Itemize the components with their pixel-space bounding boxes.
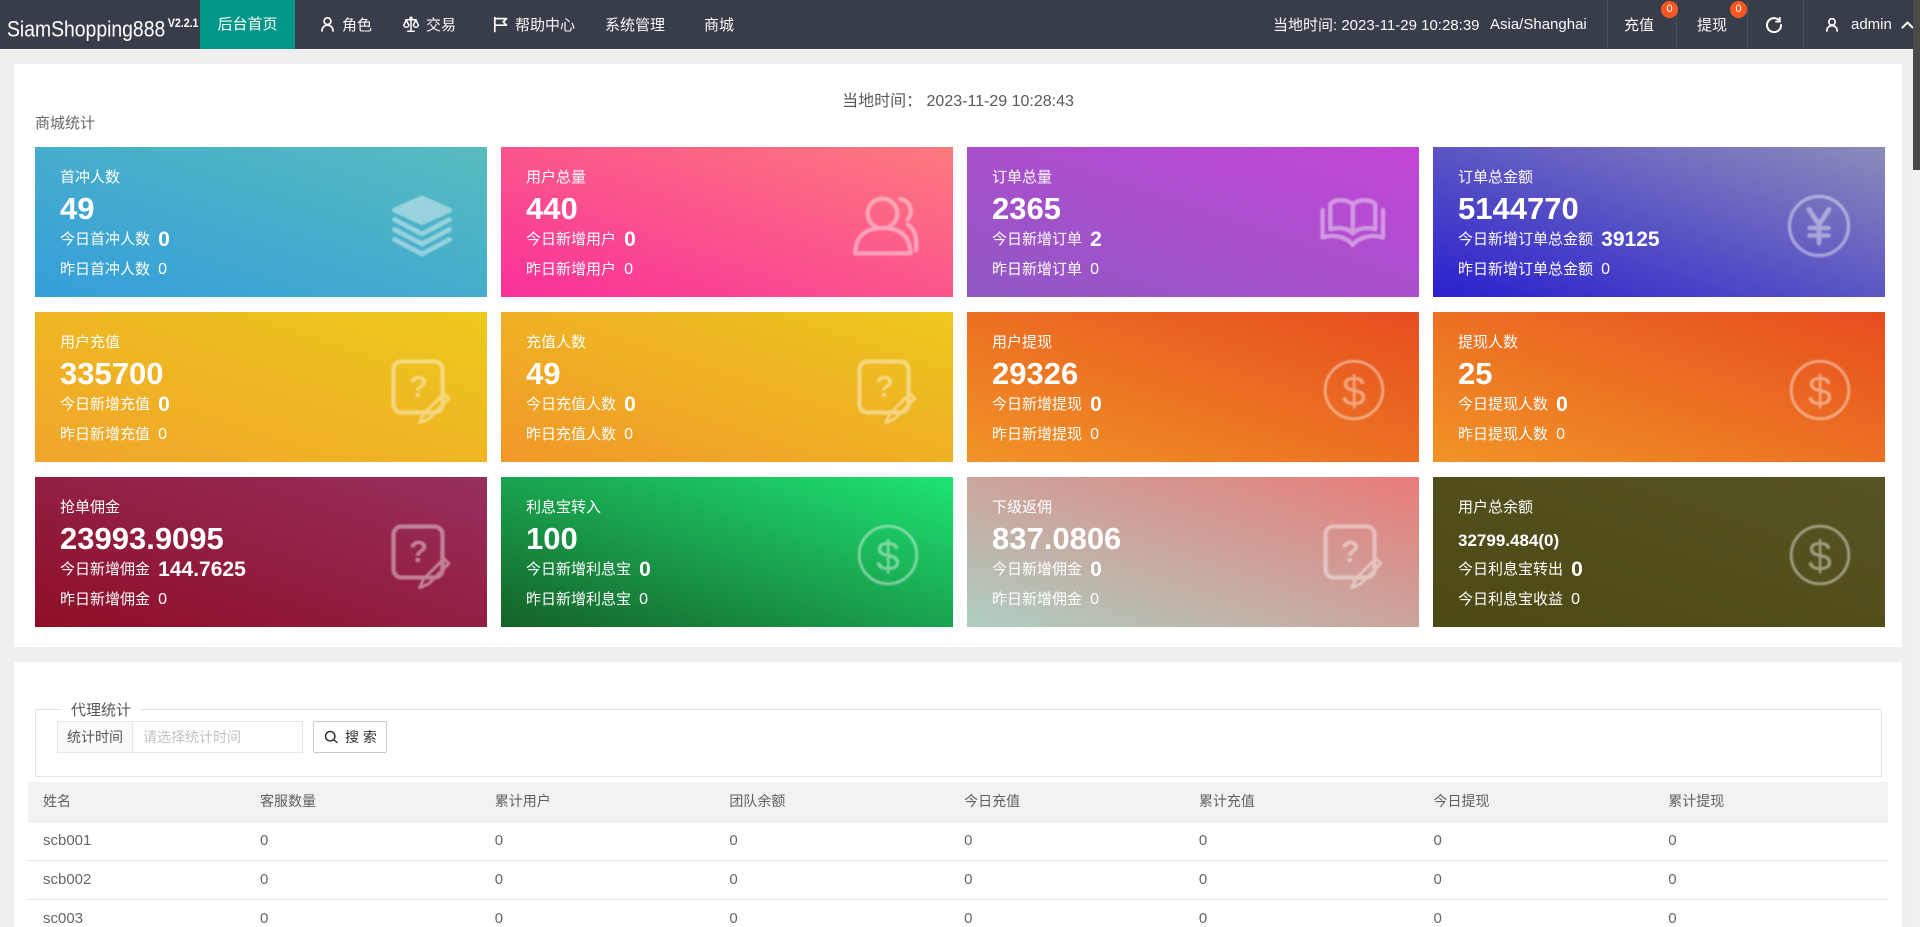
svg-text:$: $ xyxy=(1342,368,1366,416)
svg-text:$: $ xyxy=(1808,368,1832,416)
svg-text:?: ? xyxy=(1341,534,1360,569)
svg-text:$: $ xyxy=(1808,533,1832,581)
svg-text:$: $ xyxy=(876,533,900,581)
svg-text:?: ? xyxy=(875,369,894,404)
svg-text:?: ? xyxy=(409,369,428,404)
svg-text:?: ? xyxy=(409,534,428,569)
